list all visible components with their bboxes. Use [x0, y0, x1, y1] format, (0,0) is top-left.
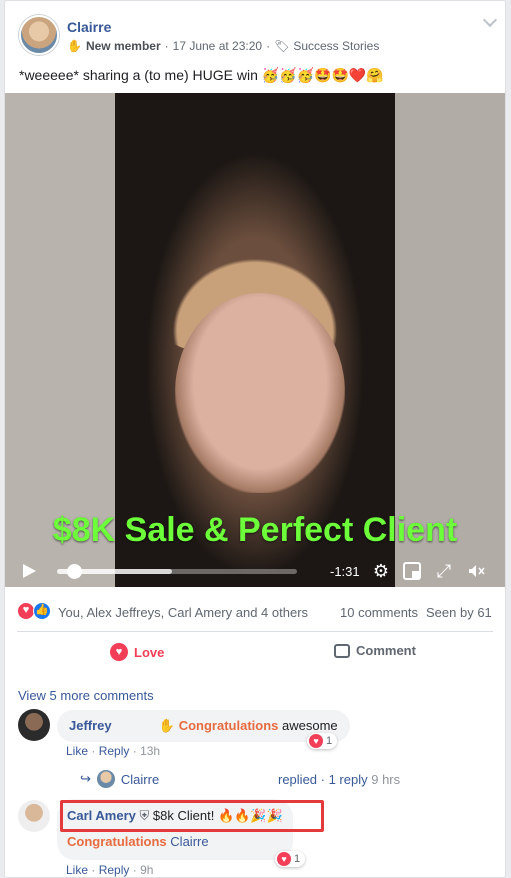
- meta-separator: ·: [266, 39, 271, 53]
- like-reaction-icon[interactable]: 👍: [33, 602, 51, 620]
- tag-icon: 🏷: [274, 39, 290, 53]
- highlight-box: [60, 800, 324, 832]
- commenter-avatar[interactable]: [18, 709, 50, 741]
- picture-in-picture-icon[interactable]: [403, 562, 421, 580]
- comment-icon: [334, 643, 350, 658]
- comment-like-link[interactable]: Like: [66, 744, 88, 758]
- love-label: Love: [134, 644, 165, 660]
- comment-reply-link[interactable]: Reply: [99, 744, 130, 758]
- replied-info[interactable]: replied · 1 reply 9 hrs: [278, 772, 400, 787]
- comment-time[interactable]: 13h: [140, 744, 160, 758]
- reply-author: Clairre: [120, 771, 160, 787]
- post-stats: ♥ 👍 You, Alex Jeffreys, Carl Amery and 4…: [5, 599, 505, 625]
- comment-text: awesome: [282, 718, 338, 733]
- video-overlay-title: $8K Sale & Perfect Client: [52, 511, 458, 549]
- view-more-comments-link[interactable]: View 5 more comments: [18, 688, 154, 703]
- comment-reaction-badge[interactable]: ♥ 1: [307, 733, 338, 749]
- comment-label: Comment: [356, 643, 416, 658]
- comment-mention-name[interactable]: Clairre: [170, 834, 208, 849]
- post-header: Clairre ✋ New member · 17 June at 23:20 …: [5, 1, 505, 61]
- comment-line: Congratulations Clairre: [67, 834, 283, 849]
- replied-time: 9 hrs: [371, 772, 401, 787]
- post-date[interactable]: 17 June at 23:20: [173, 39, 262, 53]
- comment-time[interactable]: 9h: [140, 863, 153, 877]
- heart-icon: ♥: [309, 734, 323, 748]
- replied-text: replied · 1 reply: [278, 772, 368, 787]
- comment-reaction-count: 1: [294, 853, 301, 865]
- video-controls: -1:31 ⚙ ⤢: [5, 553, 505, 587]
- video-progress-track[interactable]: [57, 564, 297, 579]
- member-badge: New member: [85, 39, 161, 53]
- heart-icon: ♥: [110, 643, 128, 661]
- mute-icon[interactable]: [467, 562, 485, 580]
- wave-icon: ✋: [67, 39, 82, 53]
- video-player[interactable]: $8K Sale & Perfect Client -1:31 ⚙ ⤢: [5, 93, 505, 587]
- fullscreen-icon[interactable]: ⤢: [435, 562, 453, 580]
- seen-by[interactable]: Seen by 61: [426, 605, 492, 620]
- post-actions: ♥ Love Comment: [5, 637, 505, 673]
- wave-icon: ✋: [158, 718, 176, 733]
- love-button[interactable]: ♥ Love: [110, 643, 164, 661]
- chevron-down-icon[interactable]: [482, 12, 498, 28]
- separator: ·: [132, 744, 141, 758]
- author-name[interactable]: Clairre: [67, 19, 111, 35]
- comment-actions: Like · Reply · 9h: [66, 863, 153, 877]
- comment-author[interactable]: Jeffrey: [69, 718, 112, 733]
- comments-section: View 5 more comments Jeffrey ✋ Congratul…: [5, 673, 505, 877]
- comments-count[interactable]: 10 comments: [340, 605, 418, 620]
- comment-like-link[interactable]: Like: [66, 863, 88, 877]
- separator: ·: [132, 863, 141, 877]
- post-text: *weeeee* sharing a (to me) HUGE win 🥳🥳🥳🤩…: [19, 67, 384, 83]
- reply-summary[interactable]: ↪ Clairre: [80, 770, 159, 788]
- gear-icon[interactable]: ⚙: [372, 562, 390, 580]
- comment-bubble: Jeffrey ✋ Congratulations awesome: [57, 710, 350, 742]
- reply-author-avatar: [96, 770, 115, 788]
- comment-button[interactable]: Comment: [334, 643, 416, 658]
- video-time-remaining: -1:31: [330, 564, 360, 579]
- comment-reaction-count: 1: [326, 735, 333, 747]
- comment-mention[interactable]: Congratulations: [179, 718, 279, 733]
- comment-actions: Like · Reply · 13h: [66, 744, 160, 758]
- commenter-avatar[interactable]: [18, 800, 50, 832]
- post-meta: ✋ New member · 17 June at 23:20 · 🏷 Succ…: [67, 39, 379, 53]
- comment-reply-link[interactable]: Reply: [99, 863, 130, 877]
- divider: [17, 631, 493, 632]
- post-card: Clairre ✋ New member · 17 June at 23:20 …: [4, 0, 506, 878]
- heart-icon: ♥: [277, 852, 291, 866]
- meta-separator: ·: [164, 39, 169, 53]
- video-scrubber-handle[interactable]: [66, 564, 82, 579]
- play-icon[interactable]: [23, 564, 36, 578]
- reacted-by[interactable]: You, Alex Jeffreys, Carl Amery and 4 oth…: [58, 605, 308, 620]
- reply-arrow-icon: ↪: [80, 771, 91, 786]
- separator: ·: [91, 744, 99, 758]
- comment-mention[interactable]: Congratulations: [67, 834, 167, 849]
- separator: ·: [91, 863, 99, 877]
- post-topic[interactable]: Success Stories: [293, 39, 379, 53]
- comment-reaction-badge[interactable]: ♥ 1: [275, 851, 306, 867]
- author-avatar[interactable]: [19, 15, 59, 55]
- video-subject-face: [175, 293, 345, 493]
